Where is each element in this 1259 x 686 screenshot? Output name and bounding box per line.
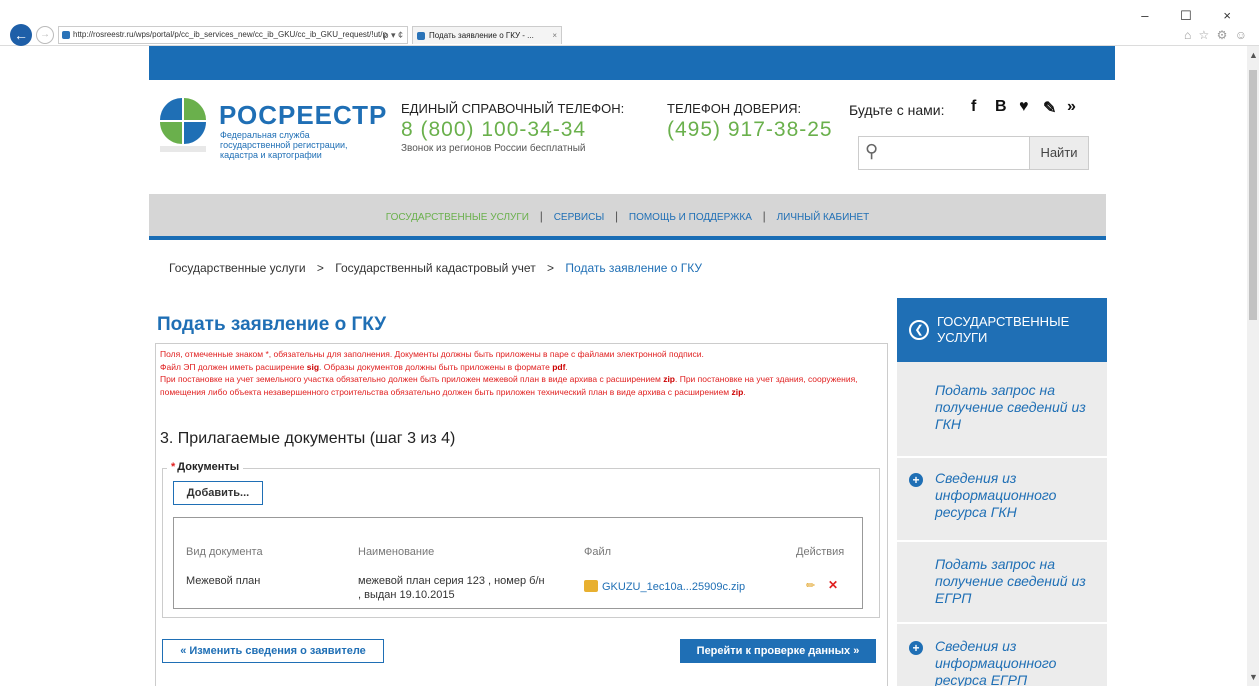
scroll-thumb[interactable] — [1249, 70, 1257, 320]
breadcrumb-current[interactable]: Подать заявление о ГКУ — [565, 261, 702, 275]
address-bar[interactable]: http://rosreestr.ru/wps/portal/p/cc_ib_s… — [58, 26, 408, 44]
hotline-phone: 8 (800) 100-34-34 — [401, 118, 587, 141]
cell-file-link[interactable]: GKUZU_1ec10a...25909c.zip — [584, 580, 745, 594]
sidebar-link-egrp-info[interactable]: Сведения из информационного ресурса ЕГРП — [935, 638, 1097, 686]
menu-separator: | — [614, 209, 619, 223]
back-button[interactable]: ← — [10, 24, 32, 46]
documents-fieldset: * Документы Добавить... Вид документа Наи… — [162, 461, 880, 618]
sidebar-link-egrp-request[interactable]: Подать запрос на получение сведений из Е… — [935, 556, 1097, 607]
sidebar-header-label: ГОСУДАРСТВЕННЫЕ УСЛУГИ — [937, 314, 1070, 345]
hotline-note: Звонок из регионов России бесплатный — [401, 143, 586, 154]
browser-chrome: ← → http://rosreestr.ru/wps/portal/p/cc_… — [0, 0, 1259, 46]
sidebar-link-gkn-info[interactable]: Сведения из информационного ресурса ГКН — [935, 470, 1097, 521]
edit-icon[interactable]: ✏ — [806, 579, 815, 592]
address-url: http://rosreestr.ru/wps/portal/p/cc_ib_s… — [73, 30, 387, 39]
column-header: Вид документа — [186, 546, 263, 558]
delete-icon[interactable]: ✕ — [828, 578, 838, 592]
column-header: Файл — [584, 546, 612, 558]
cell-doc-type: Межевой план — [186, 575, 261, 587]
notice-line-1: Поля, отмеченные знаком *, обязательны д… — [160, 349, 704, 359]
column-header: Наименование — [358, 546, 435, 558]
site-favicon-icon — [62, 31, 70, 39]
notice-line-3: При постановке на учет земельного участк… — [160, 374, 858, 397]
main-menu: ГОСУДАРСТВЕННЫЕ УСЛУГИ | СЕРВИСЫ | ПОМОЩ… — [149, 194, 1106, 240]
scroll-down-icon[interactable]: ▼ — [1249, 672, 1258, 682]
window-controls[interactable]: – ☐ × — [1141, 8, 1245, 24]
required-mark: * — [171, 461, 176, 473]
proceed-to-check-button[interactable]: Перейти к проверке данных » — [680, 639, 876, 663]
sidebar-divider — [897, 456, 1107, 458]
rosreestr-logo-icon[interactable] — [155, 90, 209, 182]
sidebar-header[interactable]: ❮ ГОСУДАРСТВЕННЫЕ УСЛУГИ — [897, 298, 1107, 362]
menu-item-account[interactable]: ЛИЧНЫЙ КАБИНЕТ — [777, 212, 870, 223]
search-box: ⚲ Найти — [858, 136, 1089, 170]
logo-subtitle: Федеральная служба государственной регис… — [220, 130, 348, 160]
breadcrumb-separator: > — [547, 261, 555, 275]
vertical-scrollbar[interactable]: ▲ ▼ — [1247, 46, 1259, 686]
archive-file-icon — [584, 580, 598, 592]
tab-favicon-icon — [417, 32, 425, 40]
notice-line-2: Файл ЭП должен иметь расширение sig. Обр… — [160, 361, 568, 372]
add-document-button[interactable]: Добавить... — [173, 481, 263, 505]
twitter-icon[interactable]: ♥ — [1019, 98, 1029, 116]
sidebar-link-gkn-request[interactable]: Подать запрос на получение сведений из Г… — [935, 382, 1097, 433]
menu-separator: | — [539, 209, 543, 223]
search-input[interactable] — [893, 143, 1023, 163]
search-button[interactable]: Найти — [1029, 136, 1089, 170]
hotline-label: ЕДИНЫЙ СПРАВОЧНЫЙ ТЕЛЕФОН: — [401, 101, 625, 116]
cell-doc-name: межевой план серия 123 , номер б/н , выд… — [358, 575, 545, 601]
vkontakte-icon[interactable]: B — [995, 98, 1007, 116]
breadcrumb: Государственные услуги > Государственный… — [169, 261, 702, 275]
chevron-left-icon[interactable]: ❮ — [909, 320, 929, 340]
social-label: Будьте с нами: — [849, 102, 945, 118]
top-bar — [149, 46, 1115, 80]
facebook-icon[interactable]: f — [971, 98, 976, 116]
sidebar-divider — [897, 540, 1107, 542]
column-header: Действия — [796, 546, 845, 558]
menu-separator: | — [762, 209, 766, 223]
documents-legend: * Документы — [167, 461, 244, 473]
browser-tab[interactable]: Подать заявление о ГКУ - ... × — [412, 26, 562, 44]
scroll-up-icon[interactable]: ▲ — [1249, 50, 1258, 60]
expand-plus-icon[interactable]: + — [909, 641, 923, 655]
search-icon: ⚲ — [865, 141, 879, 161]
expand-plus-icon[interactable]: + — [909, 473, 923, 487]
tab-close-icon[interactable]: × — [552, 27, 557, 44]
menu-item-help[interactable]: ПОМОЩЬ И ПОДДЕРЖКА — [629, 212, 752, 223]
breadcrumb-separator: > — [316, 261, 324, 275]
menu-item-services[interactable]: СЕРВИСЫ — [554, 212, 605, 223]
tab-title: Подать заявление о ГКУ - ... — [429, 31, 534, 40]
forward-button[interactable]: → — [36, 26, 54, 44]
breadcrumb-item[interactable]: Государственные услуги — [169, 261, 306, 275]
logo-title[interactable]: РОСРЕЕСТР — [219, 100, 387, 131]
trust-line-label: ТЕЛЕФОН ДОВЕРИЯ: — [667, 101, 802, 116]
documents-table: Вид документа Наименование Файл Действия… — [173, 517, 863, 609]
form-notice: Поля, отмеченные знаком *, обязательны д… — [160, 348, 884, 398]
toolbar-icons[interactable]: ⌂ ☆ ⚙ ☺ — [1184, 28, 1249, 42]
change-applicant-button[interactable]: « Изменить сведения о заявителе — [162, 639, 384, 663]
application-form: Поля, отмеченные знаком *, обязательны д… — [155, 343, 888, 686]
sidebar-divider — [897, 622, 1107, 624]
sidebar: ❮ ГОСУДАРСТВЕННЫЕ УСЛУГИ Подать запрос н… — [897, 298, 1107, 686]
trust-line-phone: (495) 917-38-25 — [667, 118, 833, 141]
address-controls[interactable]: ρ ▾ ¢ — [383, 27, 403, 43]
step-title: 3. Прилагаемые документы (шаг 3 из 4) — [160, 430, 456, 447]
rss-icon[interactable]: » — [1067, 98, 1076, 116]
page-title: Подать заявление о ГКУ — [157, 314, 387, 335]
page: РОСРЕЕСТР Федеральная служба государстве… — [149, 46, 1115, 686]
menu-item-gov-services[interactable]: ГОСУДАРСТВЕННЫЕ УСЛУГИ — [386, 212, 529, 223]
breadcrumb-item[interactable]: Государственный кадастровый учет — [335, 261, 535, 275]
blog-icon[interactable]: ✎ — [1043, 98, 1056, 118]
